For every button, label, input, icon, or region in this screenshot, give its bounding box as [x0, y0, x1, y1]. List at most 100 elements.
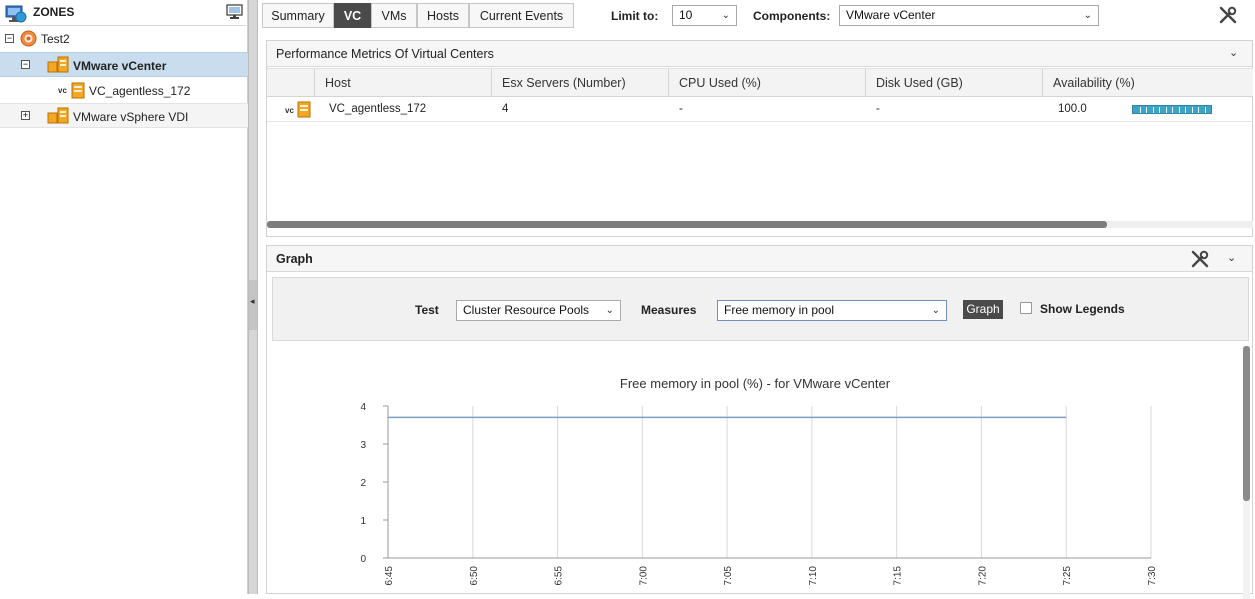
chevron-down-icon: ⌄: [1083, 10, 1092, 21]
measures-label: Measures: [641, 303, 697, 317]
cell-disk-used: -: [876, 103, 880, 115]
availability-bar-tick: [1198, 107, 1199, 113]
chevron-down-icon: ⌄: [605, 305, 614, 316]
server-icon: [71, 82, 85, 99]
monitor-icon[interactable]: [226, 4, 243, 20]
column-header-host[interactable]: Host: [314, 69, 491, 97]
test-label: Test: [415, 303, 439, 317]
test-value: Cluster Resource Pools: [463, 303, 590, 317]
y-tick-label: 2: [360, 478, 366, 489]
limit-select[interactable]: 10 ⌄: [672, 5, 737, 26]
y-tick-label: 0: [360, 554, 366, 565]
availability-bar-tick: [1191, 107, 1193, 113]
panel-title: Graph: [276, 252, 313, 266]
zone-tree-panel: ZONES − Test2 − VMware vCenter vc VC_age…: [0, 0, 248, 594]
zones-icon: [5, 5, 27, 23]
server-icon: [297, 101, 311, 118]
components-label: Components:: [753, 9, 831, 23]
panel-header: Graph ⌄: [267, 246, 1252, 272]
y-tick-label: 4: [360, 402, 366, 413]
tree-item-label: Test2: [41, 32, 70, 46]
chevron-down-icon: ⌄: [721, 10, 730, 21]
column-header-disk-used[interactable]: Disk Used (GB): [865, 69, 1042, 97]
x-tick-label: 7:15: [893, 566, 904, 586]
components-select[interactable]: VMware vCenter ⌄: [839, 5, 1099, 26]
availability-bar-tick: [1139, 107, 1141, 113]
tree-item-label: VMware vSphere VDI: [73, 110, 189, 124]
column-header-esx-servers[interactable]: Esx Servers (Number): [491, 69, 668, 97]
tools-icon[interactable]: [1219, 6, 1237, 24]
availability-bar-tick: [1165, 107, 1167, 113]
collapse-toggle[interactable]: −: [5, 34, 14, 43]
availability-bar-tick: [1152, 107, 1154, 113]
x-tick-label: 6:55: [554, 566, 565, 586]
top-toolbar: Summary VC VMs Hosts Current Events Limi…: [258, 0, 1255, 32]
server-group-icon: [47, 107, 69, 124]
limit-label: Limit to:: [611, 9, 659, 23]
components-value: VMware vCenter: [846, 8, 936, 22]
measures-value: Free memory in pool: [724, 303, 835, 317]
tab-vc[interactable]: VC: [334, 3, 371, 28]
limit-value: 10: [679, 8, 693, 22]
performance-metrics-panel: Performance Metrics Of Virtual Centers ⌄…: [266, 40, 1253, 237]
expand-toggle[interactable]: +: [21, 111, 30, 120]
x-tick-label: 7:30: [1147, 566, 1158, 586]
panel-splitter[interactable]: ◂: [248, 0, 258, 594]
scrollbar-thumb[interactable]: [1243, 346, 1250, 501]
table-header: Host Esx Servers (Number) CPU Used (%) D…: [267, 68, 1253, 97]
cell-cpu-used: -: [679, 103, 683, 115]
server-group-icon: [47, 56, 69, 73]
zones-header: ZONES: [0, 0, 248, 26]
show-legends-checkbox[interactable]: [1020, 302, 1032, 314]
x-tick-label: 7:20: [977, 566, 988, 586]
availability-bar-tick: [1204, 107, 1206, 113]
chevron-down-icon[interactable]: ⌄: [1227, 251, 1236, 264]
tab-current-events[interactable]: Current Events: [469, 3, 574, 28]
vertical-scrollbar[interactable]: [1243, 346, 1250, 599]
chevron-down-icon: ⌄: [931, 305, 940, 316]
chevron-down-icon[interactable]: ⌄: [1229, 46, 1238, 59]
tools-icon[interactable]: [1191, 250, 1209, 268]
line-chart: 0 1 2 3 4 6:45 6:50 6:55 7:00 7:05 7:10 7:15 7:20 7:2…: [360, 402, 1158, 586]
x-tick-label: 7:05: [723, 566, 734, 586]
tree-item-vc-agentless[interactable]: vc VC_agentless_172: [0, 78, 248, 103]
tree-item-vmware-vcenter[interactable]: − VMware vCenter: [0, 52, 248, 77]
x-tick-label: 6:50: [469, 566, 480, 586]
vc-tag: vc: [58, 86, 67, 95]
show-legends-label: Show Legends: [1040, 302, 1125, 316]
availability-bar-tick: [1185, 107, 1186, 113]
availability-bar-tick: [1172, 107, 1173, 113]
chart-title: Free memory in pool (%) - for VMware vCe…: [619, 376, 891, 391]
test-select[interactable]: Cluster Resource Pools ⌄: [456, 300, 621, 321]
tab-hosts[interactable]: Hosts: [417, 3, 469, 28]
tree-item-label: VMware vCenter: [73, 59, 167, 73]
x-tick-label: 7:00: [638, 566, 649, 586]
x-tick-label: 6:45: [384, 566, 395, 586]
graph-controls: Test Cluster Resource Pools ⌄ Measures F…: [272, 277, 1249, 341]
measures-select[interactable]: Free memory in pool ⌄: [717, 300, 947, 321]
tree-item-test2[interactable]: − Test2: [0, 26, 248, 51]
column-header-cpu-used[interactable]: CPU Used (%): [668, 69, 865, 97]
tree-item-vmware-vsphere-vdi[interactable]: + VMware vSphere VDI: [0, 103, 248, 128]
cell-esx-servers: 4: [502, 103, 509, 115]
tree-item-label: VC_agentless_172: [89, 84, 191, 98]
panel-title: Performance Metrics Of Virtual Centers: [276, 47, 494, 61]
availability-bar-tick: [1146, 107, 1147, 113]
tab-vms[interactable]: VMs: [371, 3, 417, 28]
x-tick-label: 7:10: [808, 566, 819, 586]
horizontal-scrollbar[interactable]: [267, 221, 1253, 228]
zones-title: ZONES: [33, 5, 75, 19]
collapse-toggle[interactable]: −: [21, 60, 30, 69]
y-tick-label: 1: [360, 516, 366, 527]
scrollbar-thumb[interactable]: [267, 221, 1107, 228]
column-header-availability[interactable]: Availability (%): [1042, 69, 1240, 97]
cell-availability: 100.0: [1058, 103, 1087, 115]
collapse-left-icon[interactable]: ◂: [250, 296, 255, 307]
tab-summary[interactable]: Summary: [262, 3, 334, 28]
graph-button[interactable]: Graph: [963, 300, 1003, 319]
cell-host: VC_agentless_172: [329, 103, 427, 115]
column-header-icon: [267, 69, 314, 97]
graph-panel: Graph ⌄ Test Cluster Resource Pools ⌄ Me…: [266, 245, 1253, 599]
zone-globe-icon: [20, 30, 37, 47]
table-row[interactable]: vc VC_agentless_172 4 - - 100.0: [267, 98, 1253, 122]
